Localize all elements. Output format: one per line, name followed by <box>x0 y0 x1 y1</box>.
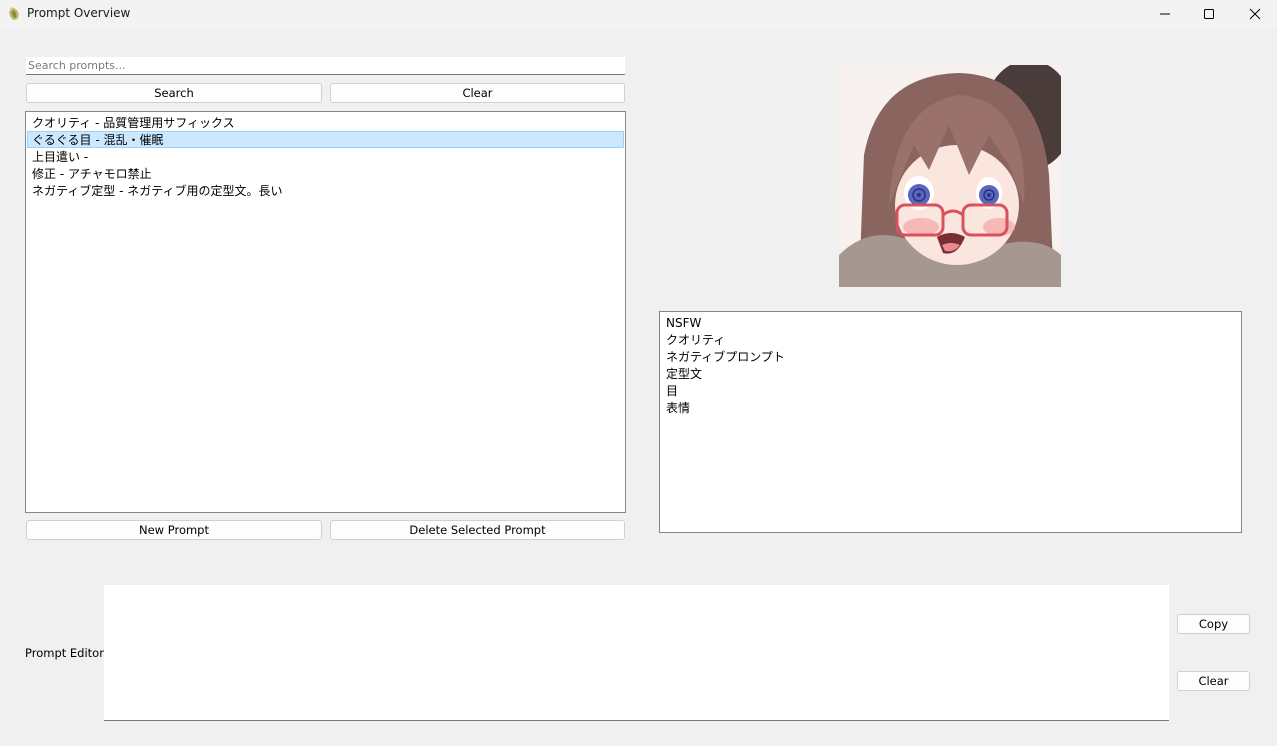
maximize-button[interactable] <box>1186 0 1232 28</box>
title-bar: Prompt Overview <box>0 0 1277 28</box>
tag-list-item[interactable]: 表情 <box>661 399 1240 416</box>
prompt-editor-label: Prompt Editor: <box>25 646 108 660</box>
delete-prompt-button[interactable]: Delete Selected Prompt <box>330 520 625 540</box>
prompt-list-item[interactable]: クオリティ - 品質管理用サフィックス <box>27 114 624 131</box>
close-icon <box>1249 8 1261 20</box>
tag-list-item[interactable]: NSFW <box>661 314 1240 331</box>
app-icon <box>9 7 19 20</box>
maximize-icon <box>1204 9 1214 19</box>
close-button[interactable] <box>1232 0 1277 28</box>
prompt-list-item[interactable]: 修正 - アチャモロ禁止 <box>27 165 624 182</box>
clear-search-button[interactable]: Clear <box>330 83 625 103</box>
tag-list-item[interactable]: クオリティ <box>661 331 1240 348</box>
prompt-list[interactable]: クオリティ - 品質管理用サフィックス ぐるぐる目 - 混乱・催眠 上目遣い -… <box>25 111 626 513</box>
minimize-icon <box>1160 13 1170 15</box>
prompt-editor[interactable] <box>104 585 1169 721</box>
clear-editor-button[interactable]: Clear <box>1177 671 1250 691</box>
search-button[interactable]: Search <box>26 83 322 103</box>
copy-button[interactable]: Copy <box>1177 614 1250 634</box>
search-input[interactable] <box>26 57 625 75</box>
prompt-list-item[interactable]: 上目遣い - <box>27 148 624 165</box>
prompt-list-item-selected[interactable]: ぐるぐる目 - 混乱・催眠 <box>27 131 624 148</box>
minimize-button[interactable] <box>1142 0 1188 28</box>
prompt-preview-image <box>839 65 1061 287</box>
tag-list-item[interactable]: ネガティブプロンプト <box>661 348 1240 365</box>
tag-list-item[interactable]: 目 <box>661 382 1240 399</box>
prompt-list-item[interactable]: ネガティブ定型 - ネガティブ用の定型文。長い <box>27 182 624 199</box>
tag-list-item[interactable]: 定型文 <box>661 365 1240 382</box>
window-title: Prompt Overview <box>27 6 131 20</box>
tag-list[interactable]: NSFW クオリティ ネガティブプロンプト 定型文 目 表情 <box>659 311 1242 533</box>
new-prompt-button[interactable]: New Prompt <box>26 520 322 540</box>
